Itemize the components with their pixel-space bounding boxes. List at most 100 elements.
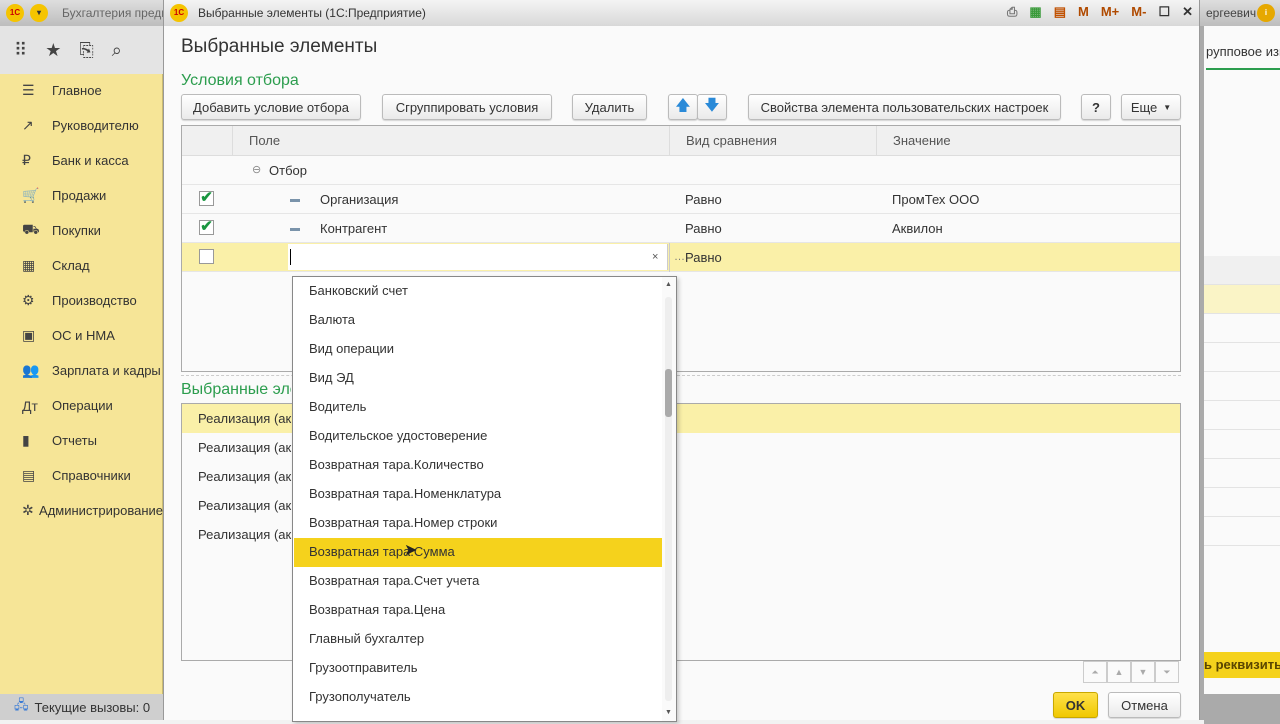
dropdown-scrollbar[interactable]: ▲ ▼: [662, 277, 676, 721]
print-icon[interactable]: ⎙: [1007, 4, 1017, 20]
warehouse-icon: ▦: [22, 257, 36, 273]
memory-button[interactable]: M: [1078, 4, 1089, 20]
assets-icon: ▣: [22, 327, 36, 343]
scroll-up-icon[interactable]: ▲: [665, 281, 672, 288]
network-calls-icon: 🖧: [14, 697, 29, 712]
history-icon[interactable]: ⎘: [79, 40, 93, 61]
dropdown-item[interactable]: Вид операции: [294, 335, 662, 364]
field-input[interactable]: …: [288, 243, 685, 272]
last-icon[interactable]: ⏷: [1155, 661, 1179, 683]
search-icon[interactable]: ⌕: [112, 40, 122, 61]
column-value[interactable]: Значение: [876, 126, 1180, 156]
bar-chart-icon: ▮: [22, 432, 30, 448]
dropdown-item[interactable]: Водительское удостоверение: [294, 422, 662, 451]
sidebar-item[interactable]: ▦ Склад: [0, 248, 163, 283]
filter-row[interactable]: … × Равно: [182, 243, 1180, 272]
scroll-down-icon[interactable]: ▼: [665, 709, 672, 716]
more-button[interactable]: Еще ▼: [1121, 94, 1181, 120]
sidebar-item[interactable]: ⚙ Производство: [0, 283, 163, 318]
filter-row[interactable]: ✔ Организация Равно ПромТех ООО: [182, 185, 1180, 214]
comparison-value[interactable]: Равно: [685, 185, 722, 214]
dropdown-item[interactable]: Главный бухгалтер: [294, 625, 662, 654]
sidebar-item[interactable]: 🛒 Продажи: [0, 178, 163, 213]
main-menu-icon[interactable]: ▾: [30, 4, 48, 22]
memory-plus-button[interactable]: M+: [1101, 4, 1119, 20]
background-action-button[interactable]: ь реквизиты: [1204, 652, 1280, 678]
checkbox[interactable]: ✔: [199, 190, 214, 206]
sidebar-item[interactable]: ☰ Главное: [0, 73, 163, 108]
field-dropdown-list[interactable]: Банковский счет Валюта Вид операции Вид ЭД В…: [292, 276, 677, 722]
cancel-button[interactable]: Отмена: [1108, 692, 1181, 718]
memory-minus-button[interactable]: M-: [1131, 4, 1146, 20]
sidebar-item-label: Продажи: [52, 188, 107, 203]
up-icon[interactable]: ▲: [1107, 661, 1131, 683]
dropdown-item[interactable]: Возвратная тара.Количество: [294, 451, 662, 480]
sidebar-item[interactable]: ↗ Руководителю: [0, 108, 163, 143]
apps-grid-icon[interactable]: ⠿: [14, 40, 27, 61]
sidebar-item[interactable]: ✲ Администрирование: [0, 493, 163, 528]
sidebar-item-label: Руководителю: [52, 118, 139, 133]
add-filter-button[interactable]: Добавить условие отбора: [181, 94, 361, 120]
filter-table-header: Поле Вид сравнения Значение: [182, 126, 1180, 156]
collapse-icon[interactable]: ⊖: [252, 156, 261, 185]
comparison-value[interactable]: Равно: [685, 243, 722, 272]
calculator-icon[interactable]: ▦: [1029, 4, 1041, 20]
down-icon[interactable]: ▼: [1131, 661, 1155, 683]
checkbox[interactable]: [199, 249, 214, 264]
sidebar-item-label: Покупки: [52, 223, 101, 238]
dropdown-item[interactable]: Водитель: [294, 393, 662, 422]
filter-value[interactable]: ПромТех ООО: [892, 185, 979, 214]
move-up-icon[interactable]: 🡅: [668, 94, 698, 120]
column-field[interactable]: Поле: [232, 126, 669, 156]
dropdown-item[interactable]: Грузоотправитель: [294, 654, 662, 683]
people-icon: 👥: [22, 362, 40, 378]
sidebar-item[interactable]: ⛟ Покупки: [0, 213, 163, 248]
filter-value[interactable]: Аквилон: [892, 214, 943, 243]
first-icon[interactable]: ⏶: [1083, 661, 1107, 683]
sidebar: ⠿ ★ ⎘ ⌕ ☰ Главное ↗ Руководителю ₽ Банк и кас…: [0, 26, 163, 720]
dropdown-item[interactable]: Возвратная тара.Номенклатура: [294, 480, 662, 509]
move-down-icon[interactable]: 🡇: [697, 94, 727, 120]
trend-icon: ↗: [22, 117, 34, 133]
sidebar-item[interactable]: ₽ Банк и касса: [0, 143, 163, 178]
ok-button[interactable]: OK: [1053, 692, 1098, 718]
calendar-icon[interactable]: ▤: [1054, 4, 1066, 20]
column-comparison[interactable]: Вид сравнения: [669, 126, 876, 156]
delete-button[interactable]: Удалить: [572, 94, 647, 120]
dropdown-item[interactable]: Возвратная тара.Цена: [294, 596, 662, 625]
dropdown-item[interactable]: Банковский счет: [294, 277, 662, 306]
dropdown-item[interactable]: Возвратная тара.Сумма: [294, 538, 662, 567]
cart-icon: 🛒: [22, 187, 40, 203]
sidebar-item-label: Главное: [52, 83, 102, 98]
help-button[interactable]: ?: [1081, 94, 1111, 120]
filter-group-row[interactable]: ⊖ Отбор: [182, 156, 1180, 185]
info-icon[interactable]: i: [1257, 4, 1275, 22]
favorites-star-icon[interactable]: ★: [45, 40, 61, 61]
properties-button[interactable]: Свойства элемента пользовательских настр…: [748, 94, 1061, 120]
sidebar-item[interactable]: ▣ ОС и НМА: [0, 318, 163, 353]
dropdown-item[interactable]: Возвратная тара.Номер строки: [294, 509, 662, 538]
sidebar-item-label: Операции: [52, 398, 113, 413]
close-icon[interactable]: ✕: [1182, 4, 1193, 20]
sidebar-item[interactable]: ▮ Отчеты: [0, 423, 163, 458]
filter-row[interactable]: ✔ Контрагент Равно Аквилон: [182, 214, 1180, 243]
background-app-title: Бухгалтерия предпр: [62, 6, 175, 20]
dropdown-item[interactable]: Грузополучатель: [294, 683, 662, 712]
dropdown-item[interactable]: Возвратная тара.Счет учета: [294, 567, 662, 596]
clear-icon[interactable]: ×: [652, 243, 658, 272]
factory-icon: ⚙: [22, 292, 35, 308]
group-conditions-button[interactable]: Сгруппировать условия: [382, 94, 552, 120]
maximize-icon[interactable]: ☐: [1158, 4, 1170, 20]
sidebar-item[interactable]: ▤ Справочники: [0, 458, 163, 493]
checkbox[interactable]: ✔: [199, 219, 214, 235]
dropdown-item[interactable]: Валюта: [294, 306, 662, 335]
comparison-value[interactable]: Равно: [685, 214, 722, 243]
background-tab[interactable]: рупповое изм: [1206, 44, 1280, 70]
sidebar-item[interactable]: Дт Операции: [0, 388, 163, 423]
dialog-title-bar: 1С Выбранные элементы (1С:Предприятие) ⎙…: [164, 0, 1199, 26]
dropdown-item[interactable]: Вид ЭД: [294, 364, 662, 393]
selected-item: Реализация (ак: [198, 498, 292, 513]
sidebar-item[interactable]: 👥 Зарплата и кадры: [0, 353, 163, 388]
sidebar-tools: ⠿ ★ ⎘ ⌕: [0, 26, 163, 74]
scroll-thumb[interactable]: [665, 369, 672, 417]
